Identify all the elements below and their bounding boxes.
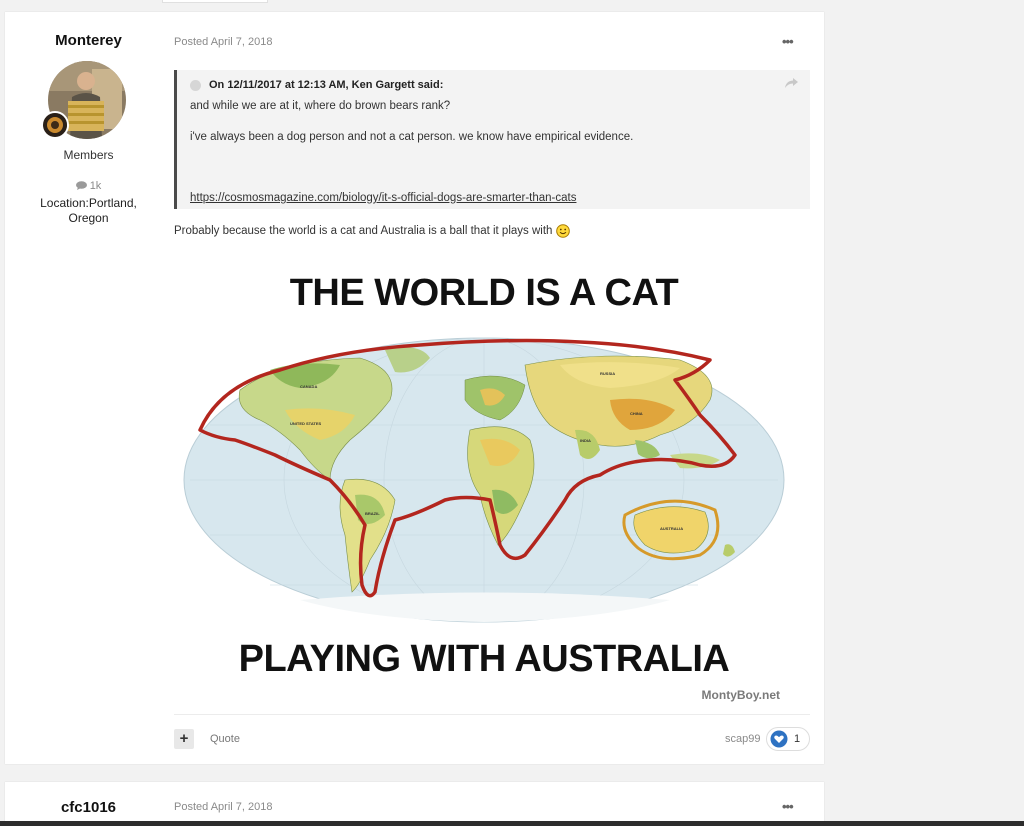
quote-citation: On 12/11/2017 at 12:13 AM, Ken Gargett s… bbox=[209, 79, 444, 91]
multiquote-button[interactable]: + bbox=[174, 729, 194, 749]
post-cfc1016: cfc1016 Posted April 7, 2018 ••• bbox=[5, 782, 824, 822]
content-count-value: 1k bbox=[89, 180, 102, 192]
quote-block: On 12/11/2017 at 12:13 AM, Ken Gargett s… bbox=[174, 70, 810, 209]
reaction-button[interactable]: 1 bbox=[766, 727, 810, 751]
meme-top-text: THE WORLD IS A CAT bbox=[289, 272, 679, 314]
map-label-russia: RUSSIA bbox=[600, 371, 615, 376]
share-arrow-icon[interactable] bbox=[785, 78, 798, 88]
quote-header: On 12/11/2017 at 12:13 AM, Ken Gargett s… bbox=[190, 77, 443, 93]
post-monterey: Monterey Members 1k Location:Portland, O… bbox=[5, 12, 824, 764]
post-body-text: Probably because the world is a cat and … bbox=[174, 225, 553, 237]
author-name[interactable]: cfc1016 bbox=[5, 799, 172, 816]
comment-icon bbox=[75, 181, 87, 190]
member-group: Members bbox=[63, 148, 114, 162]
author-name[interactable]: Monterey bbox=[5, 32, 172, 49]
map-label-australia: AUSTRALIA bbox=[660, 526, 683, 531]
meme-image[interactable]: THE WORLD IS A CAT CANADA UNITED STATES … bbox=[180, 258, 788, 718]
footer-divider bbox=[174, 714, 810, 715]
quote-line-1: and while we are at it, where do brown b… bbox=[190, 100, 451, 112]
post-date[interactable]: Posted April 7, 2018 bbox=[174, 36, 272, 48]
quote-link[interactable]: https://cosmosmagazine.com/biology/it-s-… bbox=[190, 192, 576, 204]
meme-bottom-text: PLAYING WITH AUSTRALIA bbox=[238, 638, 730, 680]
heart-reaction-icon bbox=[770, 730, 788, 748]
location: Location:Portland, Oregon bbox=[40, 196, 137, 225]
reacted-by-user[interactable]: scap99 bbox=[725, 733, 760, 745]
reaction-count: 1 bbox=[794, 733, 801, 745]
previous-post-edge bbox=[162, 0, 268, 3]
post-date[interactable]: Posted April 7, 2018 bbox=[174, 801, 272, 813]
post-menu-button[interactable]: ••• bbox=[782, 34, 794, 49]
post-menu-button[interactable]: ••• bbox=[782, 799, 794, 814]
map-label-brazil: BRAZIL bbox=[365, 511, 380, 516]
quote-button[interactable]: Quote bbox=[210, 733, 240, 745]
map-label-canada: CANADA bbox=[300, 384, 317, 389]
window-bottom-bar bbox=[0, 821, 1024, 826]
world-map-image: CANADA UNITED STATES BRAZIL RUSSIA CHINA… bbox=[183, 337, 785, 623]
rank-badge-icon bbox=[41, 111, 69, 139]
quote-line-2: i've always been a dog person and not a … bbox=[190, 131, 634, 143]
map-label-india: INDIA bbox=[580, 438, 591, 443]
meme-credit: MontyBoy.net bbox=[701, 688, 780, 702]
map-label-china: CHINA bbox=[630, 411, 643, 416]
smiley-icon bbox=[556, 224, 571, 238]
map-label-united-states: UNITED STATES bbox=[290, 421, 322, 426]
content-count: 1k bbox=[5, 180, 172, 192]
quote-toggle-icon[interactable] bbox=[190, 79, 201, 91]
post-body: Probably because the world is a cat and … bbox=[174, 224, 571, 238]
